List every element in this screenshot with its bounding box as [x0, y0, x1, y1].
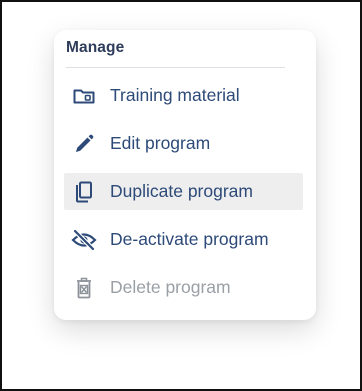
menu-item-deactivate-program[interactable]: De-activate program — [64, 221, 303, 258]
folder-icon — [71, 84, 97, 108]
menu-item-edit-program[interactable]: Edit program — [64, 125, 303, 162]
menu-header: Manage — [66, 39, 125, 56]
eye-off-icon — [71, 228, 97, 252]
menu-divider — [66, 67, 285, 68]
trash-icon — [71, 276, 97, 300]
menu-item-training-material[interactable]: Training material — [64, 77, 303, 114]
menu-item-label: Delete program — [110, 277, 231, 297]
menu-item-duplicate-program[interactable]: Duplicate program — [64, 173, 303, 210]
menu-item-label: Duplicate program — [110, 181, 253, 201]
menu-item-delete-program: Delete program — [64, 269, 303, 306]
menu-item-label: Edit program — [110, 133, 211, 153]
pencil-icon — [71, 132, 97, 156]
menu-item-label: De-activate program — [110, 229, 269, 249]
menu-item-label: Training material — [110, 85, 240, 105]
manage-menu: Manage Training material Edit program Du… — [54, 30, 316, 320]
copy-icon — [71, 180, 97, 204]
